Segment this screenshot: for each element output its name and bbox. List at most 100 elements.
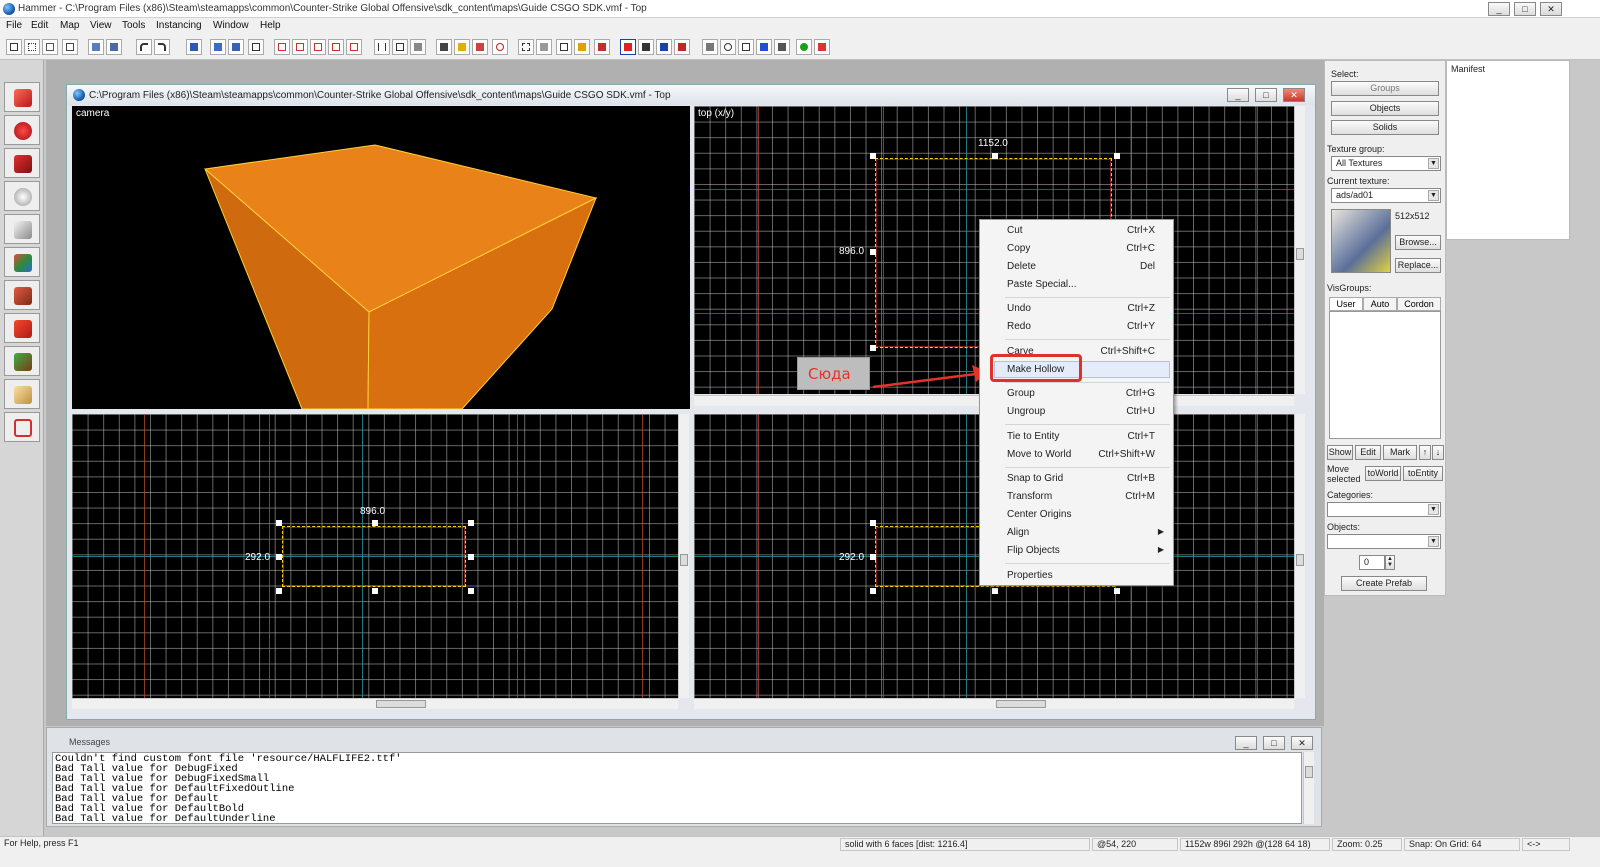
resize-handle[interactable] [870,153,876,159]
undo-button[interactable] [136,39,152,55]
visgroup-edit-button[interactable]: Edit [1355,445,1381,460]
resize-handle[interactable] [1114,153,1120,159]
select-groups-button[interactable]: Groups [1331,81,1439,96]
menu-window[interactable]: Window [213,20,249,31]
grid-smaller-button[interactable] [24,39,40,55]
messages-scrollbar[interactable] [1303,752,1314,824]
cordon-button[interactable] [328,39,344,55]
close-button[interactable]: ✕ [1540,2,1562,16]
menu-edit[interactable]: Edit [31,20,48,31]
menu-tools[interactable]: Tools [122,20,145,31]
group-button[interactable] [210,39,226,55]
context-menu-item-undo[interactable]: Undo Ctrl+Z [980,300,1171,317]
front-viewport[interactable]: 896.0 292.0 [72,414,678,698]
current-texture-select[interactable]: ads/ad01 ▼ [1331,188,1441,203]
context-menu-item-align[interactable]: Align ▶ [980,524,1171,541]
resize-handle[interactable] [870,520,876,526]
magnify-tool-button[interactable] [4,115,40,145]
side-vertical-scrollbar[interactable] [1294,414,1305,698]
front-selection-box[interactable] [282,526,466,587]
map-properties-button[interactable] [738,39,754,55]
top-vertical-scrollbar[interactable] [1294,106,1305,394]
run-map-button[interactable] [796,39,812,55]
selection-only-button[interactable] [274,39,290,55]
select-all-button[interactable] [292,39,308,55]
move-up-icon[interactable]: ↑ [1419,445,1431,460]
tab-auto[interactable]: Auto [1363,297,1397,311]
context-menu-item-paste-special[interactable]: Paste Special... [980,276,1171,293]
visgroup-show-button[interactable]: Show [1327,445,1353,460]
save-window-state-button[interactable] [106,39,122,55]
toggle-texture-lock-button[interactable] [492,39,508,55]
messages-log[interactable]: Couldn't find custom font file 'resource… [52,752,1302,824]
align-button[interactable] [556,39,572,55]
resize-handle[interactable] [468,554,474,560]
visgroups-list[interactable] [1329,311,1441,439]
replace-button[interactable]: Replace... [1395,258,1441,273]
categories-select[interactable]: ▼ [1327,502,1441,517]
select-objects-button[interactable]: Objects [1331,101,1439,116]
menu-instancing[interactable]: Instancing [156,20,202,31]
resize-handle[interactable] [1114,588,1120,594]
minimize-button[interactable]: _ [1488,2,1510,16]
grid-larger-button[interactable] [42,39,58,55]
flip-button[interactable] [574,39,590,55]
browse-button[interactable]: Browse... [1395,235,1441,250]
messages-minimize-button[interactable]: _ [1235,736,1257,750]
apply-current-texture-button[interactable] [4,280,40,310]
menu-file[interactable]: File [6,20,22,31]
resize-handle[interactable] [468,520,474,526]
resize-handle[interactable] [372,520,378,526]
overlay-tool-button[interactable] [4,346,40,376]
copy-icon[interactable] [392,39,408,55]
document-maximize-button[interactable]: □ [1255,88,1277,102]
entity-report-button[interactable] [702,39,718,55]
front-vertical-scrollbar[interactable] [678,414,689,698]
select-none-button[interactable] [310,39,326,55]
context-menu-item-copy[interactable]: Copy Ctrl+C [980,240,1171,257]
front-horizontal-scrollbar[interactable] [72,698,678,709]
context-menu-item-transform[interactable]: Transform Ctrl+M [980,488,1171,505]
wireframe-view-button[interactable] [620,39,636,55]
context-menu-item-delete[interactable]: Delete Del [980,258,1171,275]
texture-application-tool-button[interactable] [4,247,40,277]
lighting-preview-button[interactable] [674,39,690,55]
move-down-icon[interactable]: ↓ [1432,445,1444,460]
tab-cordon[interactable]: Cordon [1397,297,1441,311]
resize-handle[interactable] [992,588,998,594]
decal-tool-button[interactable] [4,313,40,343]
resize-handle[interactable] [276,520,282,526]
context-menu-item-properties[interactable]: Properties [980,567,1171,584]
context-menu-item-tie-to-entity[interactable]: Tie to Entity Ctrl+T [980,428,1171,445]
menu-view[interactable]: View [90,20,112,31]
redo-button[interactable] [154,39,170,55]
hide-button[interactable] [248,39,264,55]
create-prefab-button[interactable]: Create Prefab [1341,576,1427,591]
block-tool-button[interactable] [4,214,40,244]
ungroup-button[interactable] [228,39,244,55]
resize-handle[interactable] [372,588,378,594]
visgroup-mark-button[interactable]: Mark [1383,445,1417,460]
run-map-expert-button[interactable] [814,39,830,55]
document-minimize-button[interactable]: _ [1227,88,1249,102]
cut-icon[interactable] [374,39,390,55]
menu-help[interactable]: Help [260,20,281,31]
messages-maximize-button[interactable]: □ [1263,736,1285,750]
texture-lock-button[interactable] [346,39,362,55]
texture-group-select[interactable]: All Textures ▼ [1331,156,1441,171]
context-menu-item-flip-objects[interactable]: Flip Objects ▶ [980,542,1171,559]
context-menu-item-move-to-world[interactable]: Move to World Ctrl+Shift+W [980,446,1171,463]
clipping-tool-button[interactable] [4,379,40,409]
flat-view-button[interactable] [638,39,654,55]
context-menu-item-group[interactable]: Group Ctrl+G [980,385,1171,402]
resize-handle[interactable] [870,554,876,560]
resize-handle[interactable] [992,153,998,159]
maximize-button[interactable]: □ [1514,2,1536,16]
grid-toggle-button[interactable] [6,39,22,55]
side-horizontal-scrollbar[interactable] [694,698,1294,709]
arrange-button[interactable] [536,39,552,55]
context-menu-item-redo[interactable]: Redo Ctrl+Y [980,318,1171,335]
camera-viewport[interactable]: camera [72,106,690,409]
select-solids-button[interactable]: Solids [1331,120,1439,135]
to-world-button[interactable]: toWorld [1365,466,1401,481]
